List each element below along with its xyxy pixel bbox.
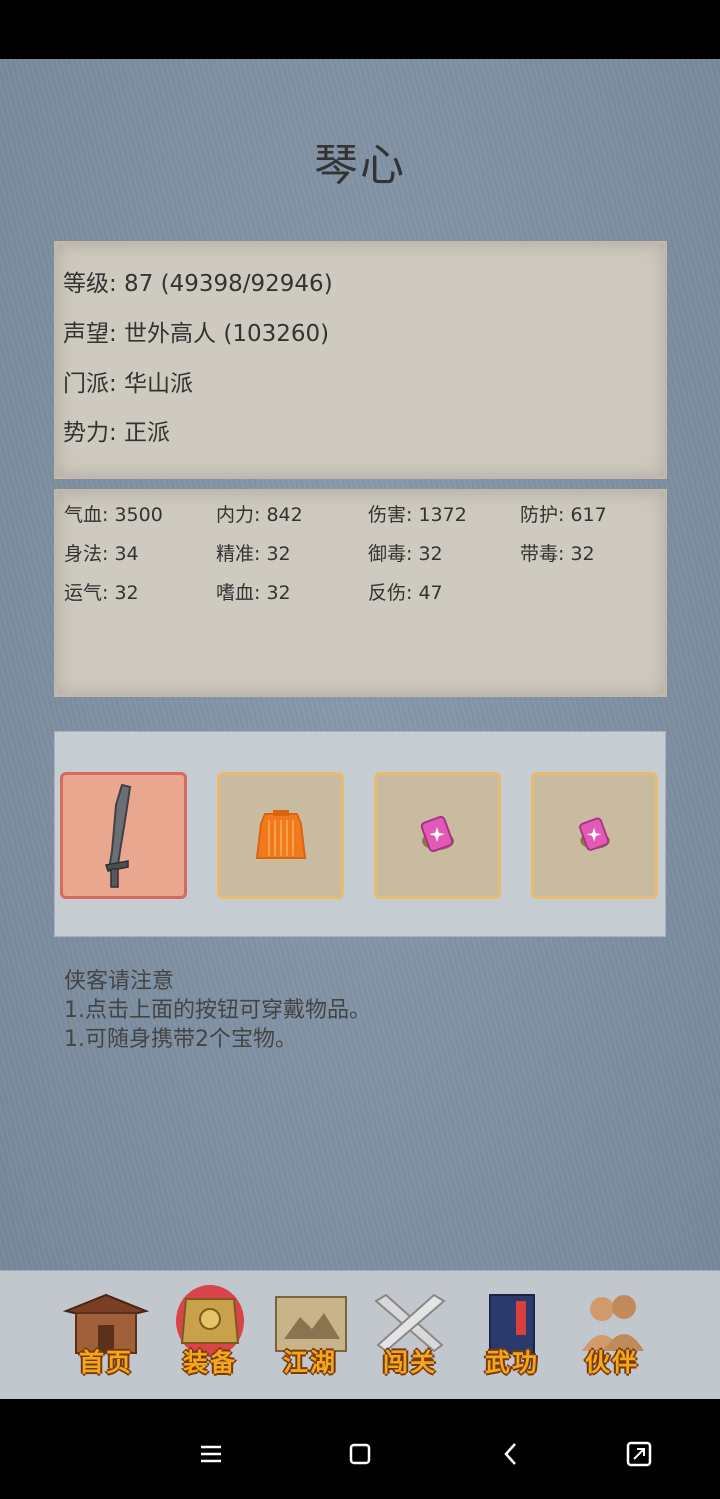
sword-icon (104, 783, 131, 888)
stat-lifesteal: 嗜血: 32 (216, 582, 291, 604)
nav-skills-label: 武功 (484, 1348, 539, 1377)
app-screen: 琴心 等级: 87 (49398/92946) 声望: 世外高人 (103260… (0, 59, 720, 1399)
nav-jianghu[interactable]: 江湖 (266, 1289, 354, 1381)
notes-line-1: 1.点击上面的按钮可穿戴物品。 (64, 998, 371, 1023)
sect-text: 门派: 华山派 (63, 371, 194, 397)
faction-text: 势力: 正派 (63, 420, 171, 446)
stat-accuracy: 精准: 32 (216, 543, 291, 565)
nav-equip-label: 装备 (182, 1348, 237, 1377)
armor-icon (255, 809, 306, 859)
menu-icon (201, 1445, 221, 1463)
nav-partner[interactable]: 伙伴 (568, 1289, 656, 1381)
equipment-panel (54, 731, 666, 937)
nav-partner-label: 伙伴 (584, 1348, 639, 1377)
system-nav-bar (0, 1399, 720, 1499)
window-button[interactable] (614, 1429, 664, 1479)
notes-heading: 侠客请注意 (64, 969, 175, 994)
nav-home-label: 首页 (78, 1348, 133, 1377)
weapon-slot[interactable] (60, 772, 187, 899)
nav-stage[interactable]: 闯关 (366, 1289, 454, 1381)
square-icon (349, 1443, 371, 1465)
notes: 侠客请注意 1.点击上面的按钮可穿戴物品。 1.可随身携带2个宝物。 (64, 967, 371, 1054)
back-icon (504, 1443, 516, 1465)
back-button[interactable] (486, 1429, 536, 1479)
nav-stage-label: 闯关 (382, 1348, 437, 1377)
nav-home[interactable]: 首页 (62, 1289, 150, 1381)
stat-poison: 带毒: 32 (520, 543, 595, 565)
nav-skills[interactable]: 武功 (468, 1289, 556, 1381)
info-panel: 等级: 87 (49398/92946) 声望: 世外高人 (103260) 门… (54, 241, 667, 479)
stat-damage: 伤害: 1372 (368, 504, 467, 526)
bottom-nav: 首页 装备 江湖 闯关 武功 伙伴 (0, 1270, 720, 1399)
treasure-icon (578, 817, 610, 851)
stat-reflect: 反伤: 47 (368, 582, 443, 604)
armor-slot[interactable] (217, 772, 344, 899)
stat-poison-resist: 御毒: 32 (368, 543, 443, 565)
status-bar (0, 0, 720, 59)
level-text: 等级: 87 (49398/92946) (63, 271, 333, 297)
treasure-slot-1[interactable] (374, 772, 501, 899)
nav-equip[interactable]: 装备 (166, 1285, 254, 1381)
nav-jianghu-label: 江湖 (282, 1348, 337, 1377)
stats-panel: 气血: 3500 内力: 842 伤害: 1372 防护: 617 身法: 34… (54, 489, 667, 697)
stat-luck: 运气: 32 (64, 582, 139, 604)
window-icon (626, 1441, 652, 1467)
treasure-icon (420, 815, 454, 852)
menu-button[interactable] (186, 1429, 236, 1479)
stat-agility: 身法: 34 (64, 543, 139, 565)
stat-inner-power: 内力: 842 (216, 504, 303, 526)
home-button[interactable] (335, 1429, 385, 1479)
treasure-slot-2[interactable] (531, 772, 658, 899)
character-name: 琴心 (314, 140, 406, 191)
reputation-text: 声望: 世外高人 (103260) (63, 321, 330, 347)
notes-line-2: 1.可随身携带2个宝物。 (64, 1027, 297, 1052)
stat-hp: 气血: 3500 (64, 504, 163, 526)
stat-defense: 防护: 617 (520, 504, 607, 526)
